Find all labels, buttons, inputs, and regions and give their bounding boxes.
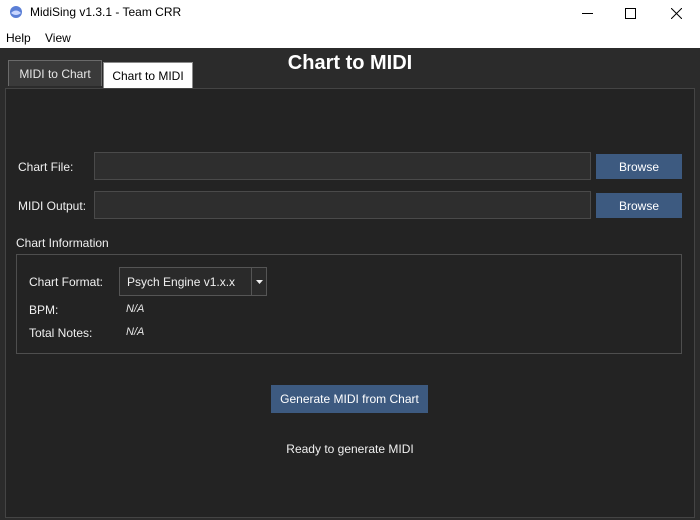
bpm-value: N/A — [126, 303, 145, 315]
midi-output-input[interactable] — [94, 191, 591, 219]
chart-format-select[interactable]: Psych Engine v1.x.x — [119, 267, 267, 296]
close-button[interactable] — [653, 0, 699, 27]
window-title: MidiSing v1.3.1 - Team CRR — [30, 5, 182, 19]
generate-midi-button[interactable]: Generate MIDI from Chart — [271, 385, 428, 413]
bpm-label: BPM: — [29, 303, 59, 317]
dropdown-arrow[interactable] — [251, 268, 266, 295]
total-notes-label: Total Notes: — [29, 326, 93, 340]
page-title: Chart to MIDI — [287, 52, 413, 74]
chart-file-browse-button[interactable]: Browse — [596, 154, 682, 179]
menu-help[interactable]: Help — [6, 31, 31, 45]
maximize-button[interactable] — [607, 0, 653, 27]
midi-output-browse-button[interactable]: Browse — [596, 193, 682, 218]
chart-info-group — [16, 254, 682, 354]
menu-view[interactable]: View — [45, 31, 71, 45]
close-icon — [670, 8, 682, 19]
minimize-button[interactable] — [564, 0, 610, 27]
chart-file-label: Chart File: — [18, 160, 74, 174]
app-logo-icon — [10, 6, 22, 18]
chart-info-title: Chart Information — [16, 236, 109, 250]
midi-output-label: MIDI Output: — [18, 199, 87, 213]
title-bar: MidiSing v1.3.1 - Team CRR — [0, 0, 700, 27]
minimize-icon — [581, 13, 593, 14]
maximize-icon — [624, 8, 636, 19]
menu-bar: Help View — [0, 27, 700, 48]
total-notes-value: N/A — [126, 326, 145, 338]
chart-format-label: Chart Format: — [29, 275, 104, 289]
status-text: Ready to generate MIDI — [286, 442, 414, 456]
chart-format-value: Psych Engine v1.x.x — [127, 274, 236, 289]
chart-file-input[interactable] — [94, 152, 591, 180]
chevron-down-icon — [255, 279, 263, 284]
